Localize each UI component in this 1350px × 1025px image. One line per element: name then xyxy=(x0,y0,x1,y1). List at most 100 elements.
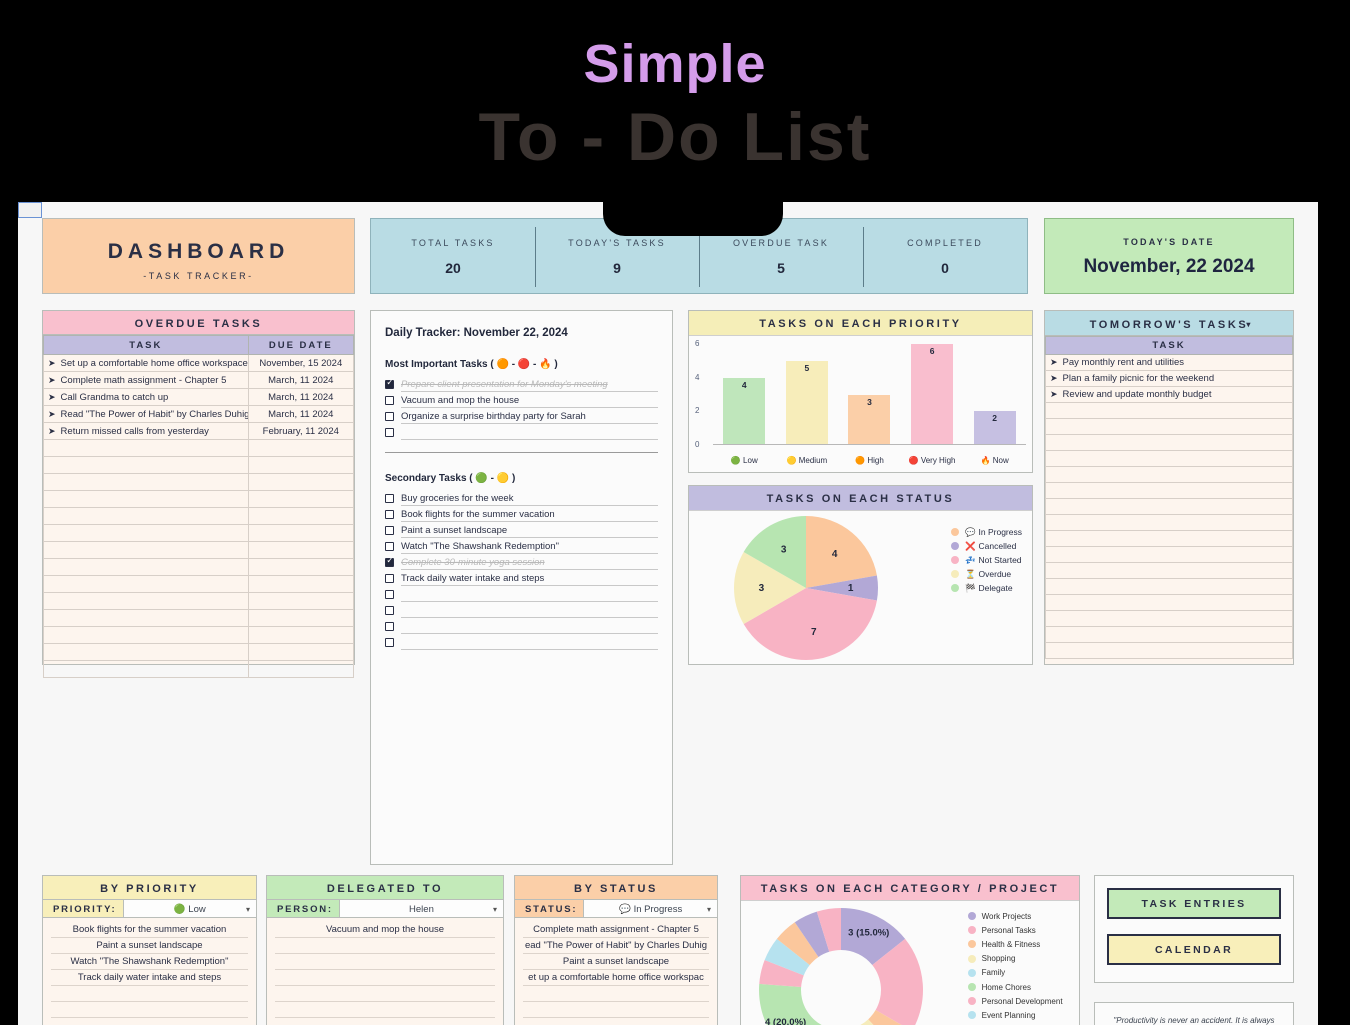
table-row-empty[interactable] xyxy=(43,473,355,491)
table-row-empty[interactable] xyxy=(1045,450,1293,467)
table-row-empty[interactable] xyxy=(1045,562,1293,579)
list-item[interactable]: Complete math assignment - Chapter 5 xyxy=(523,922,709,938)
table-row-empty[interactable] xyxy=(1045,498,1293,515)
checkbox-icon[interactable] xyxy=(385,605,394,615)
table-row[interactable]: ➤ Read "The Power of Habit" by Charles Du… xyxy=(43,405,355,423)
chevron-down-icon[interactable]: ▾ xyxy=(1246,320,1253,329)
table-row-empty[interactable] xyxy=(1045,434,1293,451)
table-row-empty[interactable] xyxy=(1045,418,1293,435)
checklist-row[interactable]: Buy groceries for the week xyxy=(385,490,658,506)
checklist-row[interactable]: Paint a sunset landscape xyxy=(385,522,658,538)
table-row-empty[interactable] xyxy=(43,456,355,474)
task-entries-button[interactable]: TASK ENTRIES xyxy=(1107,888,1281,919)
table-row-empty[interactable] xyxy=(43,626,355,644)
list-item[interactable]: Paint a sunset landscape xyxy=(51,938,248,954)
checklist-row[interactable]: Book flights for the summer vacation xyxy=(385,506,658,522)
list-item[interactable]: Track daily water intake and steps xyxy=(51,970,248,986)
list-item-empty[interactable] xyxy=(275,970,495,986)
list-item-empty[interactable] xyxy=(51,1018,248,1025)
list-item-empty[interactable] xyxy=(523,1018,709,1025)
list-item[interactable]: Watch "The Shawshank Redemption" xyxy=(51,954,248,970)
table-row-empty[interactable] xyxy=(43,439,355,457)
checklist-row[interactable] xyxy=(385,634,658,650)
list-item-empty[interactable] xyxy=(51,986,248,1002)
checklist-row[interactable]: Watch "The Shawshank Redemption" xyxy=(385,538,658,554)
checkbox-icon[interactable] xyxy=(385,411,394,421)
table-row[interactable]: ➤ Set up a comfortable home office worksp… xyxy=(43,354,355,372)
list-item-empty[interactable] xyxy=(275,1002,495,1018)
delegated-dropdown[interactable]: Helen ▾ xyxy=(338,900,503,917)
checkbox-icon[interactable] xyxy=(385,395,394,405)
chevron-down-icon[interactable]: ▾ xyxy=(246,905,250,914)
table-row-empty[interactable] xyxy=(43,490,355,508)
table-row[interactable]: ➤ Return missed calls from yesterday Febru… xyxy=(43,422,355,440)
list-item-empty[interactable] xyxy=(523,1002,709,1018)
list-item[interactable]: Paint a sunset landscape xyxy=(523,954,709,970)
calendar-button[interactable]: CALENDAR xyxy=(1107,934,1281,965)
checklist-row[interactable] xyxy=(385,424,658,440)
checklist-row[interactable]: Organize a surprise birthday party for S… xyxy=(385,408,658,424)
checklist-row[interactable]: Complete 30-minute yoga session xyxy=(385,554,658,570)
list-item-empty[interactable] xyxy=(51,1002,248,1018)
checkbox-icon[interactable] xyxy=(385,493,394,503)
table-row-empty[interactable] xyxy=(43,558,355,576)
table-row-empty[interactable] xyxy=(43,541,355,559)
checkbox-icon[interactable] xyxy=(385,589,394,599)
table-row-empty[interactable] xyxy=(43,643,355,661)
checkbox-icon[interactable] xyxy=(385,573,394,583)
chevron-down-icon[interactable]: ▾ xyxy=(707,905,711,914)
by-priority-dropdown[interactable]: 🟢 Low ▾ xyxy=(122,900,256,917)
table-row-empty[interactable] xyxy=(1045,482,1293,499)
list-item[interactable]: ead "The Power of Habit" by Charles Duhi… xyxy=(523,938,709,954)
by-status-dropdown[interactable]: 💬 In Progress ▾ xyxy=(583,900,717,917)
list-item[interactable]: Book flights for the summer vacation xyxy=(51,922,248,938)
legend-item: ⏳ Overdue xyxy=(950,567,1022,581)
table-row-empty[interactable] xyxy=(1045,402,1293,419)
checkbox-icon[interactable] xyxy=(385,555,394,567)
table-row-empty[interactable] xyxy=(1045,514,1293,531)
checklist-row[interactable]: Track daily water intake and steps xyxy=(385,570,658,586)
table-row-empty[interactable] xyxy=(43,660,355,678)
table-row-empty[interactable] xyxy=(1045,626,1293,643)
table-row[interactable]: ➤ Review and update monthly budget xyxy=(1045,386,1293,403)
checkbox-icon[interactable] xyxy=(385,541,394,551)
table-row[interactable]: ➤ Call Grandma to catch up March, 11 2024 xyxy=(43,388,355,406)
table-row-empty[interactable] xyxy=(1045,642,1293,659)
table-row[interactable]: ➤ Complete math assignment - Chapter 5 Mar… xyxy=(43,371,355,389)
table-row[interactable]: ➤ Pay monthly rent and utilities xyxy=(1045,354,1293,371)
list-item-empty[interactable] xyxy=(275,938,495,954)
table-row-empty[interactable] xyxy=(1045,530,1293,547)
list-item-empty[interactable] xyxy=(275,986,495,1002)
checklist-row[interactable]: Vacuum and mop the house xyxy=(385,392,658,408)
table-row-empty[interactable] xyxy=(43,507,355,525)
selected-cell[interactable] xyxy=(18,202,42,218)
list-item-empty[interactable] xyxy=(523,986,709,1002)
list-item[interactable]: et up a comfortable home office workspac xyxy=(523,970,709,986)
list-item-empty[interactable] xyxy=(275,954,495,970)
checkbox-icon[interactable] xyxy=(385,621,394,631)
checkbox-icon[interactable] xyxy=(385,377,394,389)
checkbox-icon[interactable] xyxy=(385,509,394,519)
checklist-row[interactable] xyxy=(385,618,658,634)
todays-date-card: TODAY'S DATE November, 22 2024 xyxy=(1044,218,1294,294)
checklist-row[interactable] xyxy=(385,602,658,618)
table-row-empty[interactable] xyxy=(1045,578,1293,595)
checklist-row[interactable]: Prepare client presentation for Monday's… xyxy=(385,376,658,392)
list-item[interactable]: Vacuum and mop the house xyxy=(275,922,495,938)
table-row-empty[interactable] xyxy=(1045,466,1293,483)
table-row[interactable]: ➤ Plan a family picnic for the weekend xyxy=(1045,370,1293,387)
table-row-empty[interactable] xyxy=(1045,546,1293,563)
table-row-empty[interactable] xyxy=(43,592,355,610)
checkbox-icon[interactable] xyxy=(385,525,394,535)
checklist-row[interactable] xyxy=(385,586,658,602)
bar: 2 xyxy=(973,411,1016,445)
table-row-empty[interactable] xyxy=(1045,610,1293,627)
chevron-down-icon[interactable]: ▾ xyxy=(493,905,497,914)
table-row-empty[interactable] xyxy=(43,524,355,542)
table-row-empty[interactable] xyxy=(43,609,355,627)
checkbox-icon[interactable] xyxy=(385,637,394,647)
table-row-empty[interactable] xyxy=(1045,594,1293,611)
checkbox-icon[interactable] xyxy=(385,427,394,437)
table-row-empty[interactable] xyxy=(43,575,355,593)
list-item-empty[interactable] xyxy=(275,1018,495,1025)
